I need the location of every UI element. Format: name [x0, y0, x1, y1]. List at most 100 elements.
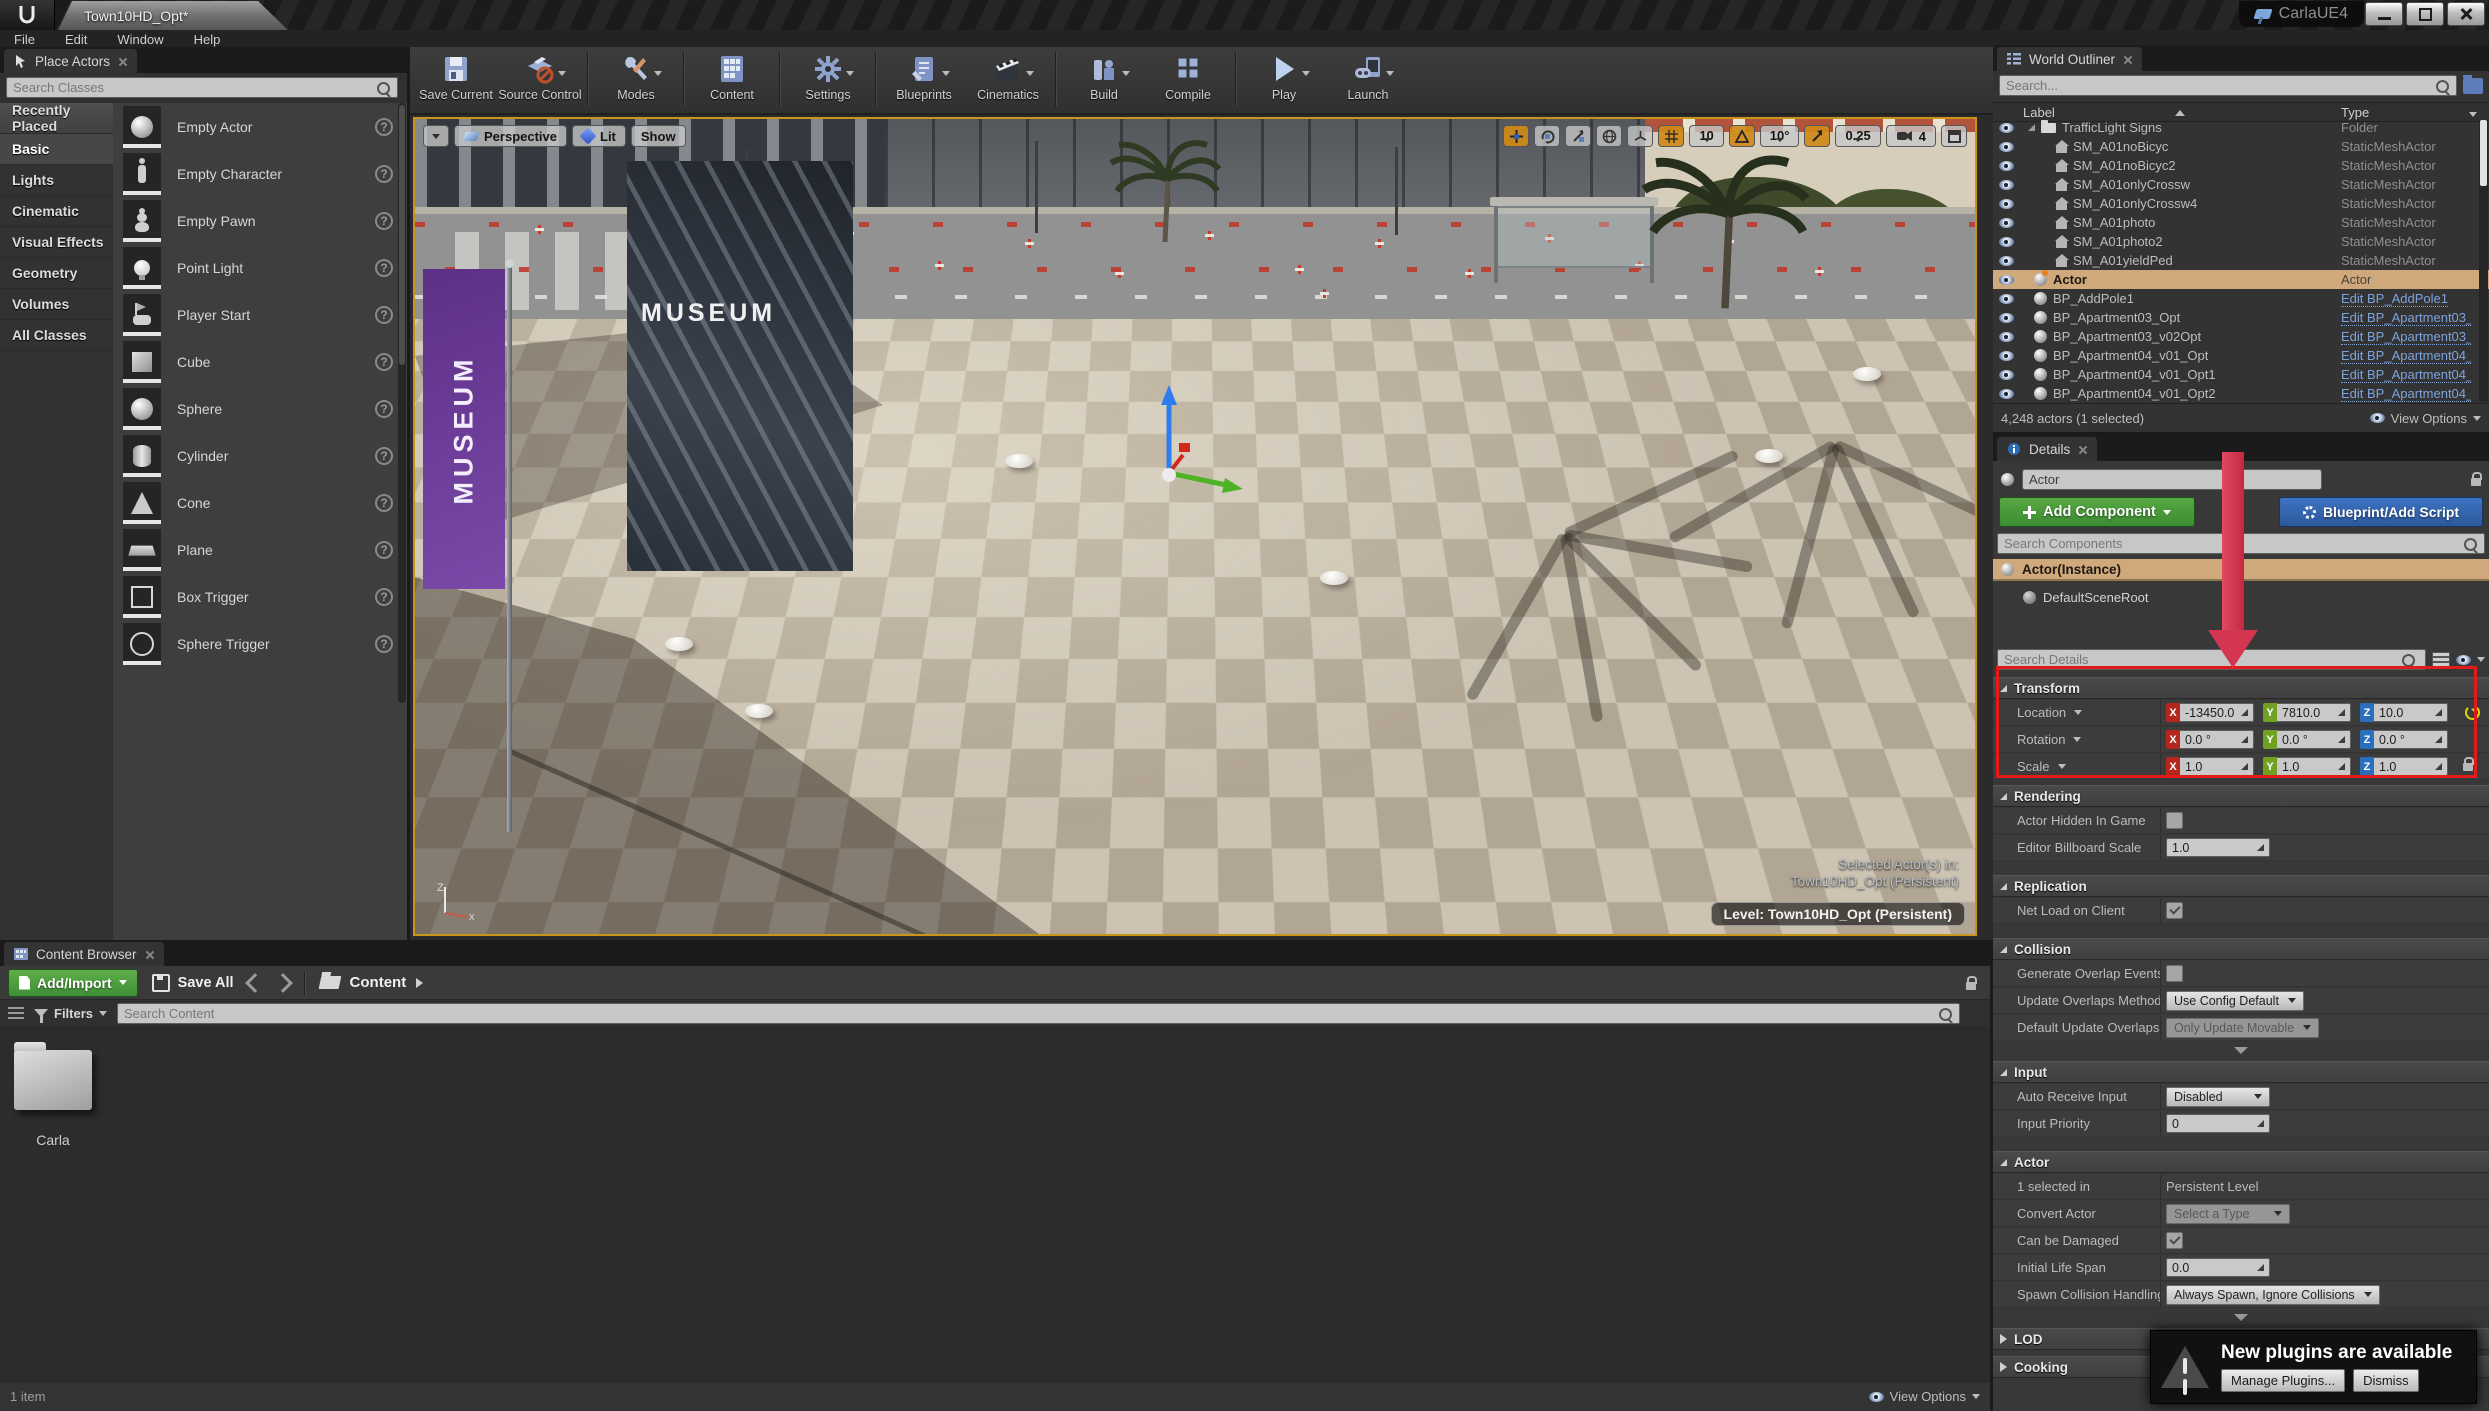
- eye-icon[interactable]: [1999, 275, 2014, 285]
- spinner-icon[interactable]: [2257, 1264, 2264, 1271]
- initial-life-span-field[interactable]: 0.0: [2166, 1258, 2270, 1277]
- update-overlaps-dropdown[interactable]: Use Config Default: [2166, 991, 2304, 1011]
- table-row[interactable]: SM_A01yieldPedStaticMeshActor: [1993, 251, 2479, 270]
- list-item[interactable]: Box Trigger?: [113, 573, 407, 620]
- spinner-icon[interactable]: [2241, 763, 2248, 770]
- add-component-button[interactable]: Add Component: [1999, 497, 2195, 527]
- table-row[interactable]: TrafficLight SignsFolder: [1993, 118, 2479, 137]
- spinner-icon[interactable]: [2435, 736, 2442, 743]
- eye-icon[interactable]: [1999, 237, 2014, 247]
- table-row-selected[interactable]: ActorActor: [1993, 270, 2489, 289]
- auto-receive-input-dropdown[interactable]: Disabled: [2166, 1087, 2270, 1107]
- breadcrumb[interactable]: Content: [320, 974, 424, 991]
- spinner-icon[interactable]: [2257, 1120, 2264, 1127]
- rotation-snap-button[interactable]: [1729, 125, 1755, 147]
- table-row[interactable]: SM_A01photo2StaticMeshActor: [1993, 232, 2479, 251]
- table-row[interactable]: BP_AddPole1Edit BP_AddPole1: [1993, 289, 2479, 308]
- expand-more-icon[interactable]: [2234, 1047, 2248, 1061]
- eye-icon[interactable]: [1999, 123, 2014, 133]
- menu-edit[interactable]: Edit: [65, 32, 87, 47]
- edit-blueprint-link[interactable]: Edit BP_Apartment03_: [2341, 329, 2471, 345]
- add-import-button[interactable]: Add/Import: [8, 969, 138, 997]
- rotate-tool-button[interactable]: [1534, 125, 1560, 147]
- settings-button[interactable]: Settings: [786, 47, 870, 102]
- spinner-icon[interactable]: [2435, 709, 2442, 716]
- list-item[interactable]: Plane?: [113, 526, 407, 573]
- list-item[interactable]: Empty Pawn?: [113, 197, 407, 244]
- eye-icon[interactable]: [2456, 655, 2471, 665]
- net-load-checkbox[interactable]: [2166, 902, 2183, 919]
- can-be-damaged-checkbox[interactable]: [2166, 1232, 2183, 1249]
- help-icon[interactable]: ?: [375, 588, 393, 606]
- view-options-button[interactable]: View Options: [1869, 1389, 1980, 1404]
- transform-gizmo[interactable]: [1091, 377, 1251, 515]
- scale-y-field[interactable]: Y1.0: [2263, 757, 2351, 776]
- save-all-button[interactable]: Save All: [152, 974, 234, 992]
- actor-hidden-checkbox[interactable]: [2166, 812, 2183, 829]
- display-filter-icon[interactable]: [2432, 652, 2450, 668]
- spinner-icon[interactable]: [2241, 736, 2248, 743]
- build-button[interactable]: Build: [1062, 47, 1146, 102]
- tab-place-actors[interactable]: Place Actors: [4, 49, 137, 73]
- help-icon[interactable]: ?: [375, 541, 393, 559]
- rotation-z-field[interactable]: Z0.0 °: [2360, 730, 2448, 749]
- restore-button[interactable]: [2406, 2, 2444, 26]
- table-row[interactable]: BP_Apartment04_v01_Opt2Edit BP_Apartment…: [1993, 384, 2479, 403]
- scale-lock-icon[interactable]: [2463, 763, 2473, 771]
- eye-icon[interactable]: [1999, 351, 2014, 361]
- spinner-icon[interactable]: [2338, 763, 2345, 770]
- eye-icon[interactable]: [1999, 180, 2014, 190]
- convert-actor-dropdown[interactable]: Select a Type: [2166, 1204, 2290, 1224]
- edit-blueprint-link[interactable]: Edit BP_Apartment04_: [2341, 348, 2471, 364]
- source-control-button[interactable]: Source Control: [498, 47, 582, 102]
- manage-plugins-button[interactable]: Manage Plugins...: [2221, 1369, 2345, 1392]
- help-icon[interactable]: ?: [375, 306, 393, 324]
- eye-icon[interactable]: [1999, 294, 2014, 304]
- list-item[interactable]: Empty Character?: [113, 150, 407, 197]
- lit-button[interactable]: Lit: [572, 125, 626, 147]
- billboard-scale-field[interactable]: 1.0: [2166, 838, 2270, 857]
- grid-snap-button[interactable]: [1658, 125, 1684, 147]
- list-item[interactable]: Sphere?: [113, 385, 407, 432]
- edit-blueprint-link[interactable]: Edit BP_AddPole1: [2341, 291, 2448, 307]
- eye-icon[interactable]: [1999, 370, 2014, 380]
- scale-snap-value[interactable]: 0.25: [1835, 125, 1880, 147]
- search-classes-input[interactable]: [6, 77, 398, 98]
- expand-icon[interactable]: [2028, 124, 2035, 131]
- category-basic[interactable]: Basic: [0, 134, 113, 165]
- level-badge[interactable]: Level: Town10HD_Opt (Persistent): [1711, 902, 1965, 926]
- edit-blueprint-link[interactable]: Edit BP_Apartment04_: [2341, 367, 2471, 383]
- spinner-icon[interactable]: [2241, 709, 2248, 716]
- help-icon[interactable]: ?: [375, 635, 393, 653]
- expand-more-icon[interactable]: [2234, 1314, 2248, 1328]
- table-row[interactable]: SM_A01photoStaticMeshActor: [1993, 213, 2479, 232]
- show-button[interactable]: Show: [631, 125, 686, 147]
- spawn-collision-dropdown[interactable]: Always Spawn, Ignore Collisions: [2166, 1285, 2380, 1305]
- table-row[interactable]: SM_A01noBicycStaticMeshActor: [1993, 137, 2479, 156]
- eye-icon[interactable]: [1999, 256, 2014, 266]
- section-collision[interactable]: Collision: [1993, 938, 2489, 960]
- help-icon[interactable]: ?: [375, 212, 393, 230]
- compile-button[interactable]: Compile: [1146, 47, 1230, 102]
- table-row[interactable]: SM_A01onlyCrosswStaticMeshActor: [1993, 175, 2479, 194]
- location-y-field[interactable]: Y7810.0: [2263, 703, 2351, 722]
- category-geometry[interactable]: Geometry: [0, 258, 113, 289]
- help-icon[interactable]: ?: [375, 118, 393, 136]
- close-tab-icon[interactable]: [118, 57, 127, 66]
- eye-icon[interactable]: [1999, 332, 2014, 342]
- cinematics-button[interactable]: Cinematics: [966, 47, 1050, 102]
- tab-world-outliner[interactable]: World Outliner: [1997, 47, 2142, 71]
- table-row[interactable]: BP_Apartment03_OptEdit BP_Apartment03_: [1993, 308, 2479, 327]
- chevron-down-icon[interactable]: [2073, 737, 2081, 746]
- list-item[interactable]: Cone?: [113, 479, 407, 526]
- table-row[interactable]: SM_A01onlyCrossw4StaticMeshActor: [1993, 194, 2479, 213]
- search-content-input[interactable]: [117, 1003, 1960, 1024]
- grid-snap-value[interactable]: 10: [1689, 125, 1723, 147]
- category-recently-placed[interactable]: Recently Placed: [0, 103, 113, 134]
- actor-name-field[interactable]: [2022, 469, 2322, 490]
- category-volumes[interactable]: Volumes: [0, 289, 113, 320]
- modes-button[interactable]: Modes: [594, 47, 678, 102]
- menu-help[interactable]: Help: [194, 32, 221, 47]
- close-button[interactable]: [2447, 2, 2485, 26]
- chevron-down-icon[interactable]: [2058, 764, 2066, 773]
